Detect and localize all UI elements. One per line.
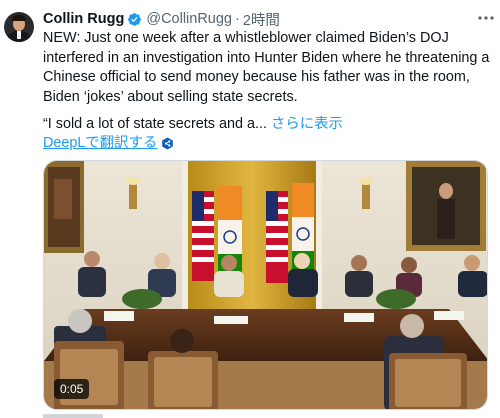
more-options-icon[interactable] — [476, 10, 496, 26]
show-more-link[interactable]: さらに表示 — [271, 116, 343, 132]
separator-dot: · — [235, 11, 240, 27]
tweet-header: Collin Rugg @CollinRugg · 2時間 — [43, 9, 280, 30]
tweet[interactable]: Collin Rugg @CollinRugg · 2時間 NEW: Just … — [0, 0, 500, 418]
translate-row: DeepLで翻訳する — [43, 134, 174, 154]
deepl-icon[interactable] — [161, 137, 174, 150]
avatar-shirt — [17, 31, 21, 39]
next-tweet-preview — [43, 412, 123, 418]
translate-link[interactable]: DeepLで翻訳する — [43, 134, 157, 154]
verified-badge-icon[interactable] — [127, 12, 142, 27]
display-name[interactable]: Collin Rugg — [43, 11, 124, 27]
tweet-quote: “I sold a lot of state secrets and a... — [43, 116, 267, 132]
tweet-quote-line: “I sold a lot of state secrets and a... さ… — [43, 115, 343, 135]
avatar-hair — [12, 15, 26, 21]
avatar[interactable] — [4, 12, 34, 42]
handle[interactable]: @CollinRugg — [146, 11, 232, 27]
video-frame — [44, 161, 487, 409]
timestamp[interactable]: 2時間 — [243, 9, 280, 30]
tweet-text: NEW: Just one week after a whistleblower… — [43, 30, 490, 105]
video-duration: 0:05 — [54, 379, 90, 399]
video-player[interactable]: 0:05 — [43, 160, 488, 410]
